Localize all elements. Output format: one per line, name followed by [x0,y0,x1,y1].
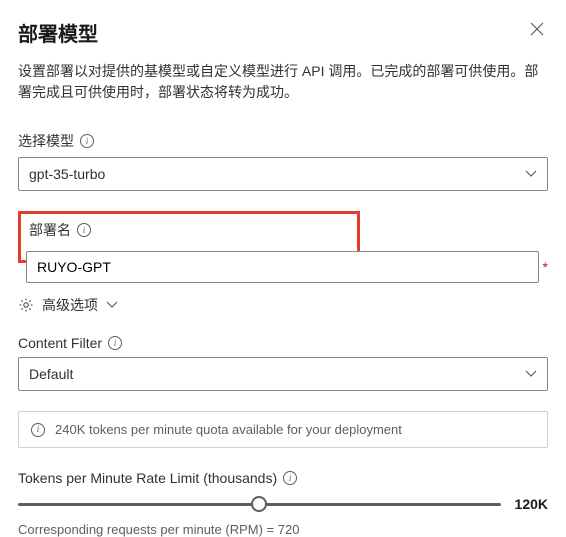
quota-notice: i 240K tokens per minute quota available… [18,411,548,448]
select-model-value: gpt-35-turbo [29,166,105,182]
rpm-text: Corresponding requests per minute (RPM) … [18,522,548,537]
select-model-label: 选择模型 [18,131,74,151]
quota-notice-text: 240K tokens per minute quota available f… [55,422,402,437]
deployment-name-input[interactable] [26,251,539,283]
content-filter-dropdown[interactable]: Default [18,357,548,391]
tpm-slider[interactable] [18,496,501,512]
chevron-down-icon [525,370,537,378]
slider-thumb[interactable] [251,496,267,512]
required-indicator: * [543,259,548,275]
chevron-down-icon [525,170,537,178]
tpm-max-label: 120K [515,496,548,512]
info-icon: i [31,423,45,437]
close-icon[interactable] [526,18,548,43]
advanced-options-label: 高级选项 [42,295,98,315]
info-icon[interactable]: i [108,336,122,350]
info-icon[interactable]: i [80,134,94,148]
dialog-description: 设置部署以对提供的基模型或自定义模型进行 API 调用。已完成的部署可供使用。部… [18,61,548,103]
dialog-title: 部署模型 [18,18,98,47]
content-filter-label: Content Filter [18,335,102,351]
gear-icon [18,297,34,313]
advanced-options-toggle[interactable]: 高级选项 [18,295,548,315]
info-icon[interactable]: i [77,223,91,237]
info-icon[interactable]: i [283,471,297,485]
deployment-name-label: 部署名 [29,220,71,240]
select-model-dropdown[interactable]: gpt-35-turbo [18,157,548,191]
tpm-label: Tokens per Minute Rate Limit (thousands) [18,470,277,486]
content-filter-value: Default [29,366,73,382]
chevron-down-icon [106,301,118,309]
